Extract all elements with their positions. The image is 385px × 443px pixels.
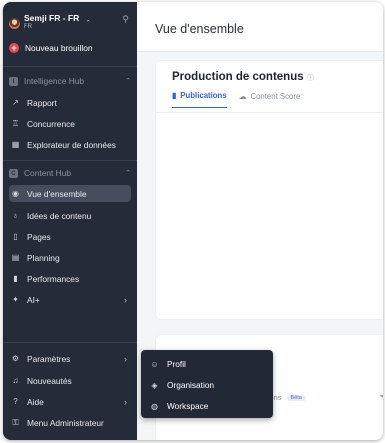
section-badge: C [9, 168, 18, 178]
chevron-updown-icon: ⌃ [85, 20, 92, 27]
menu-item-organisation[interactable]: ◈ Organisation [150, 380, 214, 390]
plus-icon: + [9, 43, 19, 53]
sidebar-item-label: Rapport [27, 97, 57, 108]
sidebar-item-planning[interactable]: ▤ Planning [9, 249, 131, 266]
layers-icon: ◈ [151, 380, 158, 390]
chart-line-icon: ↗ [12, 98, 19, 107]
menu-item-label: Organisation [167, 380, 215, 390]
new-draft-button[interactable]: + Nouveau brouillon [9, 43, 93, 53]
pin-off-icon[interactable]: ⚲ [122, 14, 129, 25]
sidebar-item-label: Idées de contenu [27, 210, 92, 221]
section-label: Content Hub [24, 168, 72, 178]
user-icon: ☺ [150, 359, 159, 369]
page-title: Vue d'ensemble [155, 22, 244, 36]
chevron-up-icon: ⌃ [125, 170, 131, 177]
sidebar-item-parametres[interactable]: ⚙ Paramètres › [9, 350, 131, 367]
calendar-icon: ▤ [11, 253, 20, 262]
tab-content-score[interactable]: ☁ Content Score [239, 91, 301, 108]
beta-badge: Bêta [286, 395, 306, 402]
settings-flyout-menu: ☺ Profil ◈ Organisation ◍ Workspace [141, 350, 273, 418]
workspace-switcher[interactable]: Semji FR - FR FR ⌃ [9, 14, 91, 32]
sidebar-item-nouveautes[interactable]: ♫ Nouveautés [9, 372, 131, 389]
lightbulb-icon: ♁ [12, 211, 19, 220]
sidebar-item-label: Paramètres [27, 353, 71, 364]
sidebar-item-vue-ensemble[interactable]: ◉ Vue d'ensemble [9, 185, 131, 202]
divider [3, 66, 137, 67]
section-intelligence-hub[interactable]: I Intelligence Hub ⌃ [9, 76, 131, 86]
tab-label: Publications [180, 91, 227, 100]
chevron-up-icon: ⌃ [125, 78, 131, 85]
sidebar-item-idees[interactable]: ♁ Idées de contenu [9, 207, 131, 224]
section-label: Intelligence Hub [24, 76, 85, 86]
tab-label: Content Score [250, 91, 301, 101]
bell-icon: ♫ [12, 376, 19, 385]
globe-icon: ◍ [151, 401, 158, 411]
sidebar-item-concurrence[interactable]: ♖ Concurrence [9, 115, 131, 132]
content-production-card: Production de contenus ⓘ ▮ Publications … [155, 60, 383, 320]
sidebar-item-aide[interactable]: ? Aide › [9, 393, 131, 410]
section-content-hub[interactable]: C Content Hub ⌃ [9, 168, 131, 178]
sidebar-item-ai-plus[interactable]: ✦ AI+ › [9, 291, 131, 308]
sidebar-item-label: Concurrence [27, 118, 75, 129]
sidebar-item-label: Planning [27, 252, 60, 263]
sidebar-item-label: Menu Administrateur [27, 417, 104, 428]
sidebar-item-performances[interactable]: ▮ Performances [9, 270, 131, 287]
workspace-code: FR [24, 24, 32, 30]
sidebar-item-label: Aide [27, 396, 44, 407]
gear-icon: ⚙ [11, 354, 20, 363]
trophy-icon: ♖ [11, 119, 20, 128]
card-title: Production de contenus ⓘ [172, 71, 314, 83]
sidebar-item-pages[interactable]: ▯ Pages [9, 228, 131, 245]
chevron-right-icon: › [124, 294, 127, 305]
menu-item-profil[interactable]: ☺ Profil [150, 359, 186, 369]
sidebar-item-label: Vue d'ensemble [27, 188, 87, 199]
chevron-right-icon: › [124, 396, 127, 407]
filter-icon[interactable]: ⏷ [379, 392, 383, 402]
app-window: Semji FR - FR FR ⌃ ⚲ + Nouveau brouillon… [3, 2, 383, 440]
section-badge: I [9, 76, 18, 86]
bar-chart-icon: ▮ [13, 274, 18, 283]
sidebar-item-label: Explorateur de données [27, 139, 116, 150]
sparkles-icon: ✦ [12, 295, 19, 304]
file-icon: ▯ [13, 232, 18, 241]
menu-item-label: Workspace [167, 401, 209, 411]
menu-item-workspace[interactable]: ◍ Workspace [150, 401, 208, 411]
sidebar: Semji FR - FR FR ⌃ ⚲ + Nouveau brouillon… [3, 2, 137, 440]
avatar [9, 17, 20, 29]
divider [3, 160, 137, 161]
new-draft-label: Nouveau brouillon [25, 43, 93, 53]
sidebar-item-explorateur[interactable]: ▦ Explorateur de données [9, 136, 131, 153]
top-bar: Vue d'ensemble [137, 2, 383, 52]
divider [3, 342, 137, 343]
menu-item-label: Profil [167, 359, 186, 369]
sidebar-item-label: Performances [27, 273, 80, 284]
cloud-icon: ☁ [238, 91, 247, 101]
sidebar-item-label: Pages [27, 231, 51, 242]
eye-icon: ◉ [12, 189, 19, 198]
bar-chart-icon: ▮ [172, 91, 177, 100]
tab-bar: ▮ Publications ☁ Content Score [172, 91, 300, 108]
sidebar-item-label: AI+ [27, 294, 40, 305]
tab-publications[interactable]: ▮ Publications [172, 91, 227, 108]
chevron-right-icon: › [124, 353, 127, 364]
help-icon: ? [13, 397, 18, 406]
card-title-text: Production de contenus [172, 71, 304, 83]
workspace-name: Semji FR - FR [24, 13, 80, 23]
info-icon[interactable]: ⓘ [307, 75, 314, 82]
sidebar-item-rapport[interactable]: ↗ Rapport [9, 94, 131, 111]
sidebar-item-admin[interactable]: ⚿ Menu Administrateur [9, 414, 131, 431]
sidebar-item-label: Nouveautés [27, 375, 72, 386]
tab-underline [156, 112, 383, 113]
table-icon: ▦ [11, 140, 20, 149]
admin-icon: ⚿ [12, 417, 19, 427]
